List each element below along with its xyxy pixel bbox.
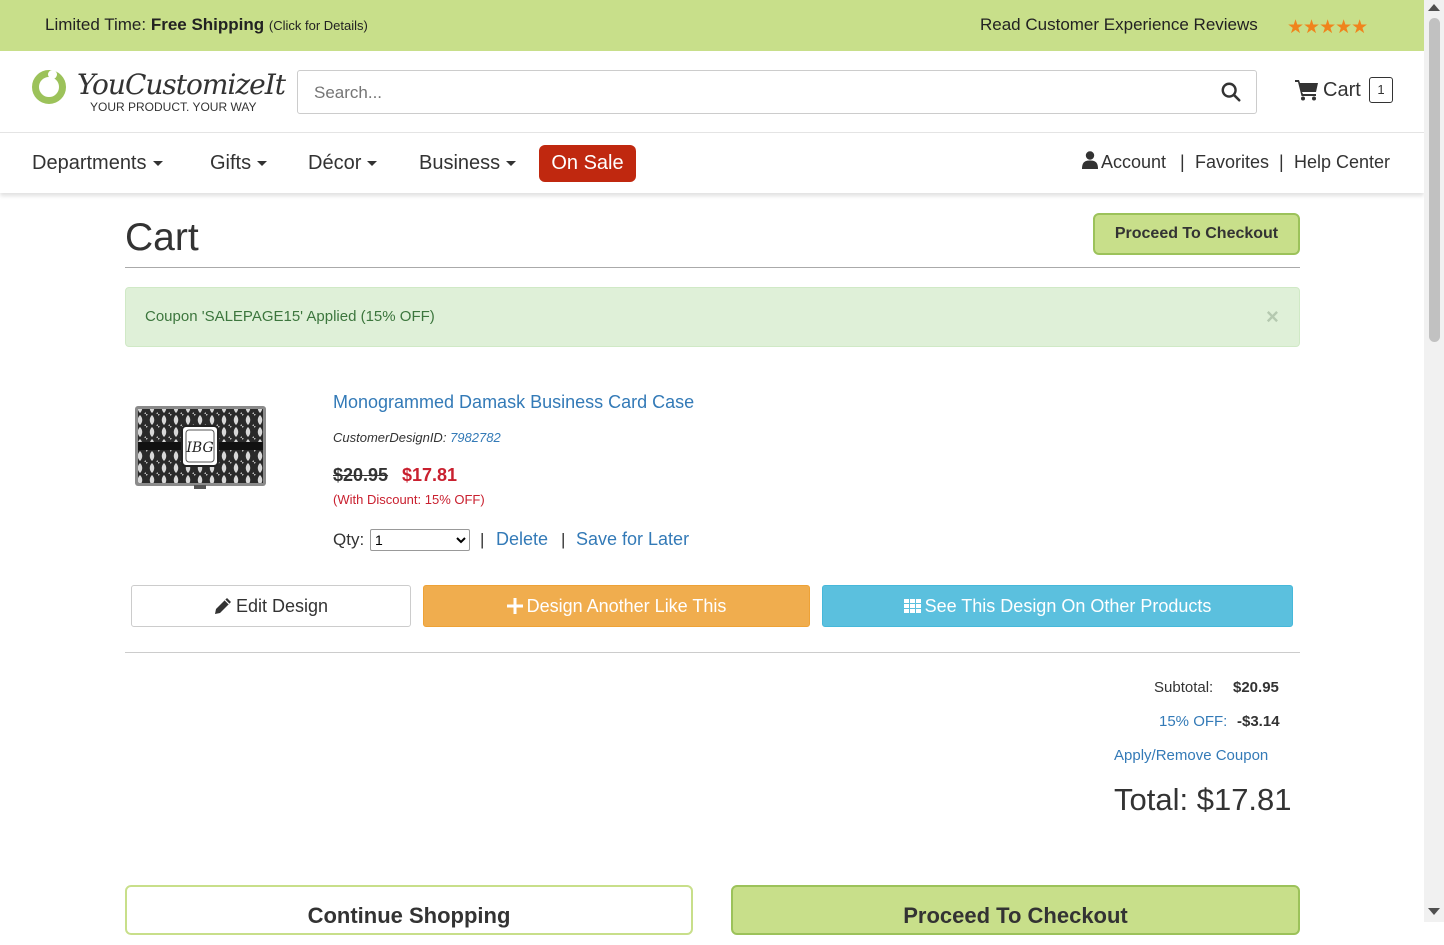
edit-design-label: Edit Design bbox=[235, 596, 329, 616]
nav-business-label: Business bbox=[419, 152, 501, 174]
promo-highlight: Free Shipping bbox=[150, 15, 265, 34]
sale-price: $17.81 bbox=[402, 465, 458, 485]
reviews-link[interactable]: Read Customer Experience Reviews bbox=[980, 15, 1258, 35]
account-link[interactable]: Account bbox=[1101, 152, 1166, 173]
cart-label: Cart bbox=[1323, 79, 1361, 101]
nav-decor-label: Décor bbox=[308, 152, 362, 174]
logo-dot bbox=[48, 70, 57, 79]
edit-design-button[interactable]: Edit Design bbox=[131, 585, 411, 627]
nav-separator: | bbox=[1279, 152, 1284, 172]
promo-prefix: Limited Time: bbox=[45, 15, 151, 34]
see-other-label: See This Design On Other Products bbox=[924, 596, 1212, 616]
nav-decor[interactable]: Décor bbox=[308, 152, 378, 175]
save-for-later-link[interactable]: Save for Later bbox=[576, 529, 689, 550]
search-icon[interactable] bbox=[1220, 81, 1242, 103]
design-another-button[interactable]: Design Another Like This bbox=[423, 585, 810, 627]
proceed-to-checkout-button[interactable]: Proceed To Checkout bbox=[1093, 213, 1300, 255]
title-divider bbox=[125, 267, 1300, 268]
caret-down-icon bbox=[506, 161, 517, 167]
delete-link[interactable]: Delete bbox=[496, 529, 548, 550]
search-bar bbox=[297, 70, 1257, 114]
design-id-link[interactable]: 7982782 bbox=[450, 430, 501, 445]
help-center-link[interactable]: Help Center bbox=[1294, 152, 1390, 173]
scroll-up-arrow-icon[interactable] bbox=[1428, 4, 1440, 11]
search-input[interactable] bbox=[312, 81, 1196, 105]
order-total: Total: $17.81 bbox=[1114, 782, 1292, 817]
proceed-to-checkout-bottom-button[interactable]: Proceed To Checkout bbox=[731, 885, 1300, 935]
action-separator: | bbox=[561, 530, 566, 549]
favorites-link[interactable]: Favorites bbox=[1195, 152, 1269, 173]
nav-separator: | bbox=[1180, 152, 1185, 172]
scrollbar-thumb[interactable] bbox=[1429, 18, 1440, 342]
promo-suffix: (Click for Details) bbox=[268, 18, 368, 33]
nav-gifts-label: Gifts bbox=[210, 152, 252, 174]
continue-shopping-button[interactable]: Continue Shopping bbox=[125, 885, 693, 935]
brand-tagline: YOUR PRODUCT. YOUR WAY bbox=[90, 100, 257, 114]
caret-down-icon bbox=[152, 161, 163, 167]
design-id-label: CustomerDesignID: bbox=[333, 430, 447, 445]
scroll-down-arrow-icon[interactable] bbox=[1428, 908, 1440, 915]
summary-divider bbox=[125, 652, 1300, 653]
subtotal-value: $20.95 bbox=[1233, 679, 1279, 696]
subtotal-label: Subtotal: bbox=[1154, 679, 1214, 696]
qty-select[interactable]: 1 bbox=[370, 529, 470, 551]
on-sale-button[interactable]: On Sale bbox=[539, 145, 636, 182]
coupon-alert: Coupon 'SALEPAGE15' Applied (15% OFF) × bbox=[125, 287, 1300, 347]
discount-label: 15% OFF: bbox=[1159, 713, 1228, 730]
see-other-products-button[interactable]: See This Design On Other Products bbox=[822, 585, 1293, 627]
product-thumbnail[interactable]: IBG bbox=[134, 402, 267, 490]
discount-value: -$3.14 bbox=[1237, 713, 1280, 730]
grid-icon bbox=[903, 598, 921, 613]
pencil-icon bbox=[214, 597, 231, 614]
star-rating-icon: ★★★★★ bbox=[1287, 17, 1368, 38]
design-another-label: Design Another Like This bbox=[526, 596, 727, 616]
site-logo[interactable]: YouCustomizeIt YOUR PRODUCT. YOUR WAY bbox=[32, 68, 286, 118]
page-title: Cart bbox=[125, 216, 199, 259]
cart-count-badge: 1 bbox=[1369, 77, 1393, 103]
brand-name: YouCustomizeIt bbox=[77, 68, 286, 101]
caret-down-icon bbox=[367, 161, 378, 167]
apply-remove-coupon-link[interactable]: Apply/Remove Coupon bbox=[1114, 747, 1268, 764]
nav-business[interactable]: Business bbox=[419, 152, 517, 175]
customer-design-id: CustomerDesignID: 7982782 bbox=[333, 430, 501, 445]
caret-down-icon bbox=[257, 161, 268, 167]
coupon-alert-message: Coupon 'SALEPAGE15' Applied (15% OFF) bbox=[145, 308, 435, 325]
shopping-cart-icon bbox=[1295, 80, 1318, 101]
original-price: $20.95 bbox=[333, 465, 389, 485]
plus-icon bbox=[506, 597, 523, 614]
cart-link[interactable]: Cart 1 bbox=[1295, 76, 1395, 106]
user-icon bbox=[1082, 151, 1098, 169]
nav-departments[interactable]: Departments bbox=[32, 152, 163, 175]
qty-label: Qty: bbox=[333, 530, 365, 549]
nav-departments-label: Departments bbox=[32, 152, 147, 174]
product-name-link[interactable]: Monogrammed Damask Business Card Case bbox=[333, 392, 694, 413]
action-separator: | bbox=[480, 530, 485, 549]
discount-note: (With Discount: 15% OFF) bbox=[333, 492, 485, 507]
close-icon[interactable]: × bbox=[1266, 304, 1279, 330]
free-shipping-promo[interactable]: Limited Time: Free Shipping (Click for D… bbox=[45, 15, 368, 35]
monogram-text: IBG bbox=[185, 440, 213, 456]
nav-gifts[interactable]: Gifts bbox=[210, 152, 268, 175]
